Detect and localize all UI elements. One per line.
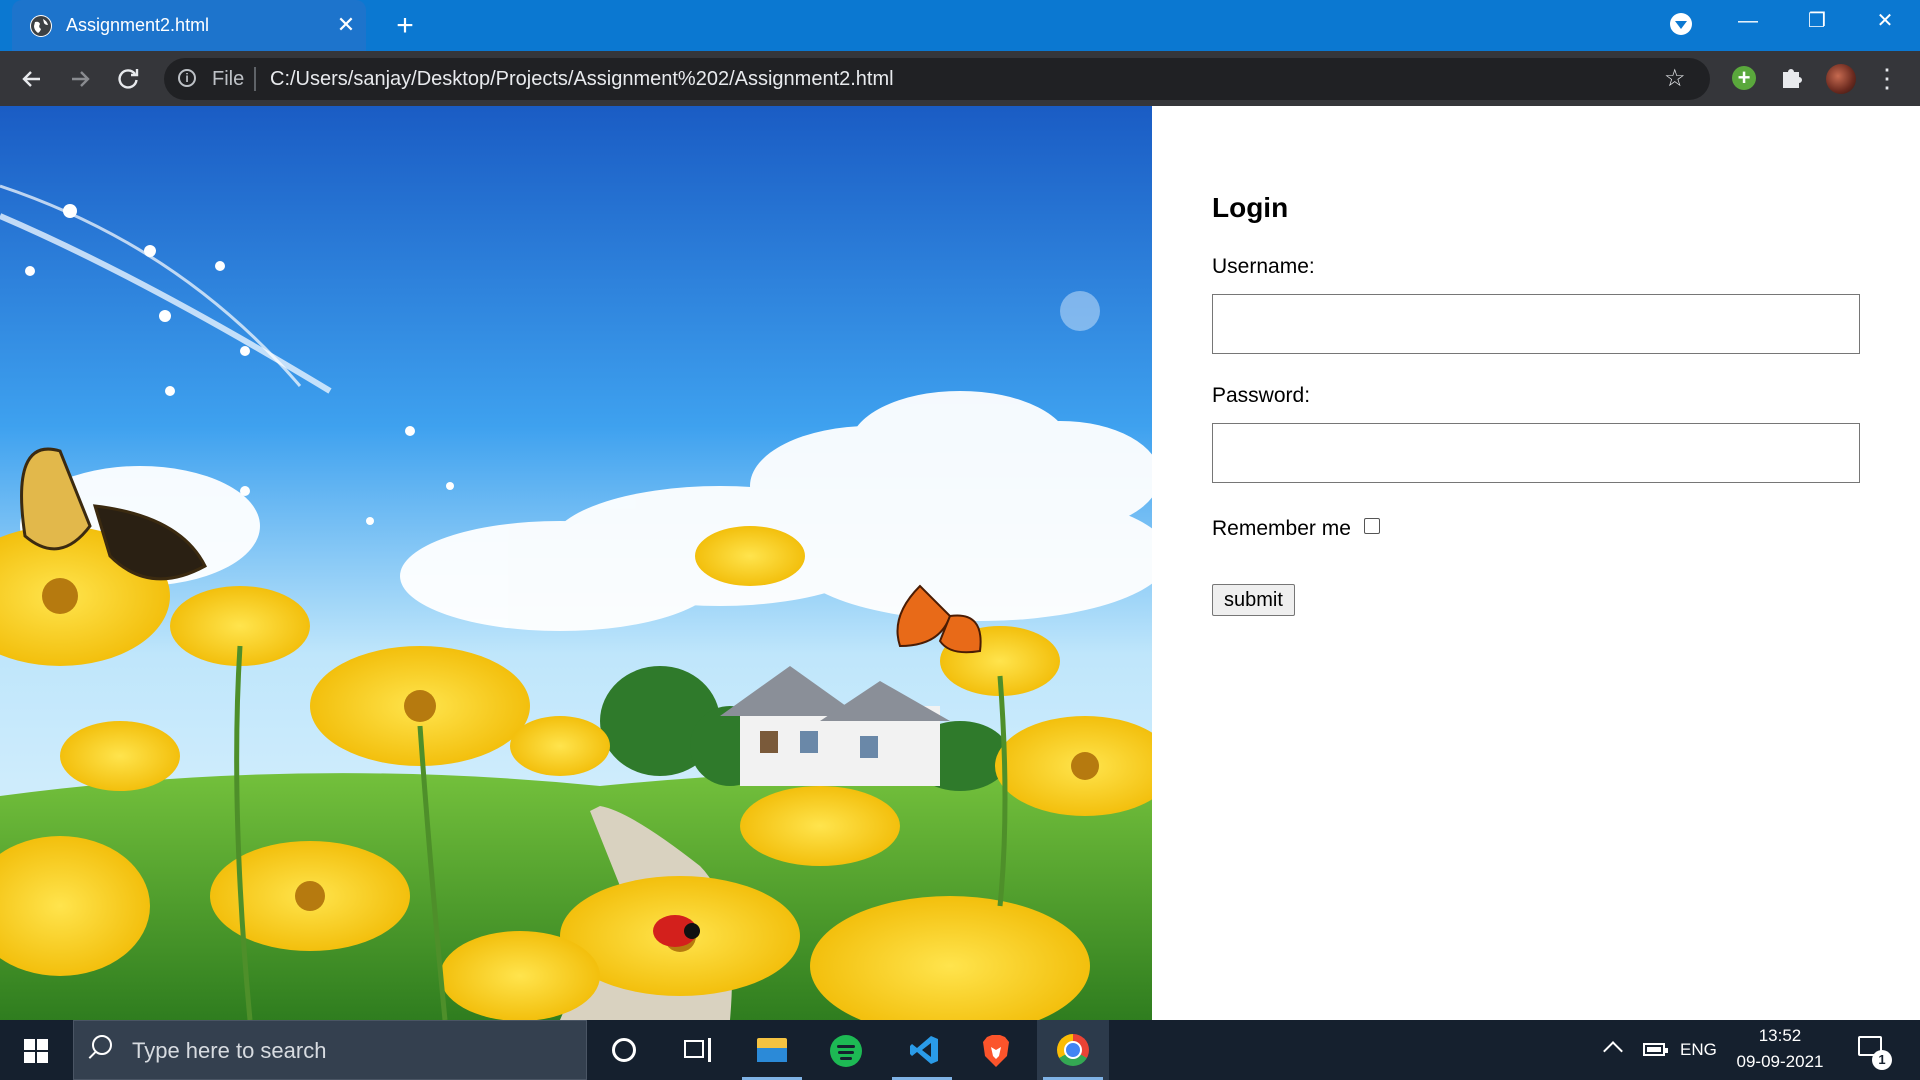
- restore-button[interactable]: ❐: [1787, 0, 1847, 42]
- info-icon[interactable]: i: [178, 69, 196, 87]
- submit-button[interactable]: submit: [1212, 584, 1295, 616]
- clock-date[interactable]: 09-09-2021: [1730, 1052, 1830, 1072]
- username-label: Username:: [1212, 255, 1315, 278]
- username-input[interactable]: [1212, 294, 1860, 354]
- browser-tab[interactable]: Assignment2.html ✕: [12, 0, 366, 51]
- spotify-icon[interactable]: [811, 1020, 883, 1080]
- tab-strip: Assignment2.html ✕ + — ❐ ✕: [0, 0, 1920, 51]
- search-icon: [92, 1035, 112, 1055]
- omnibox-divider: [254, 67, 256, 91]
- minimize-button[interactable]: —: [1718, 0, 1778, 42]
- url-text[interactable]: C:/Users/sanjay/Desktop/Projects/Assignm…: [270, 68, 894, 91]
- file-explorer-icon[interactable]: [736, 1020, 808, 1080]
- close-window-button[interactable]: ✕: [1855, 0, 1915, 42]
- avatar[interactable]: [1826, 64, 1856, 94]
- task-view-icon[interactable]: [660, 1020, 732, 1080]
- browser-toolbar: i File C:/Users/sanjay/Desktop/Projects/…: [0, 51, 1920, 106]
- page-title: Login: [1212, 192, 1289, 223]
- tab-title: Assignment2.html: [66, 15, 210, 35]
- vscode-icon[interactable]: [886, 1020, 958, 1080]
- windows-start-icon[interactable]: [0, 1020, 70, 1080]
- cortana-icon[interactable]: [588, 1020, 660, 1080]
- tab-search-icon[interactable]: [1670, 13, 1692, 35]
- globe-icon: [30, 15, 52, 37]
- password-label: Password:: [1212, 384, 1311, 407]
- tab-close-icon[interactable]: ✕: [334, 13, 358, 37]
- address-bar[interactable]: i File C:/Users/sanjay/Desktop/Projects/…: [164, 58, 1710, 100]
- battery-icon[interactable]: [1643, 1043, 1668, 1056]
- reload-icon[interactable]: [112, 63, 144, 95]
- clock-time[interactable]: 13:52: [1736, 1026, 1824, 1046]
- chrome-icon[interactable]: [1037, 1020, 1109, 1080]
- show-hidden-icons-chevron-icon[interactable]: [1603, 1041, 1623, 1061]
- language-indicator[interactable]: ENG: [1680, 1040, 1717, 1060]
- puzzle-icon[interactable]: [1778, 63, 1806, 93]
- remember-me-label: Remember me: [1212, 517, 1351, 540]
- extension-add-icon[interactable]: +: [1732, 66, 1756, 90]
- notification-badge: 1: [1872, 1050, 1892, 1070]
- taskbar-search[interactable]: Type here to search: [73, 1020, 587, 1080]
- search-placeholder: Type here to search: [132, 1038, 327, 1063]
- action-center-icon[interactable]: 1: [1858, 1036, 1892, 1070]
- taskbar: Type here to search ENG 13:52 09-09-2021…: [0, 1020, 1920, 1080]
- web-page: Login Username: Password: Remember me su…: [0, 106, 1920, 1020]
- star-icon[interactable]: ☆: [1664, 66, 1686, 92]
- scheme-label: File: [212, 68, 245, 90]
- remember-me-checkbox[interactable]: [1364, 518, 1380, 534]
- menu-icon[interactable]: ⋮: [1874, 63, 1900, 93]
- background-image: [0, 106, 1152, 1020]
- new-tab-button[interactable]: +: [390, 11, 420, 41]
- brave-icon[interactable]: [961, 1020, 1033, 1080]
- forward-icon[interactable]: [64, 63, 96, 95]
- back-icon[interactable]: [16, 63, 48, 95]
- password-input[interactable]: [1212, 423, 1860, 483]
